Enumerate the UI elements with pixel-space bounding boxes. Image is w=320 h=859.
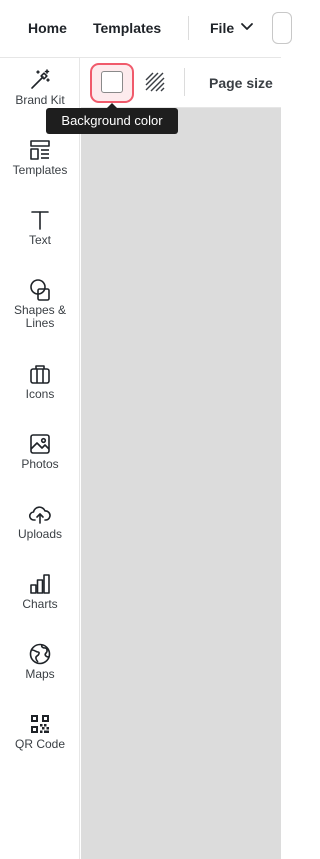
globe-icon [29, 643, 51, 665]
sidebar-item-label: Templates [12, 163, 68, 177]
sidebar-item-brand-kit[interactable]: Brand Kit [0, 68, 80, 107]
sidebar-item-charts[interactable]: Charts [0, 572, 80, 611]
sidebar-item-label: Shapes & Lines [13, 303, 67, 330]
nav-home-link[interactable]: Home [28, 20, 67, 36]
file-menu-button[interactable]: File [210, 20, 234, 36]
toolbar-divider [184, 68, 185, 96]
partial-toolbar-button[interactable] [272, 12, 292, 44]
background-color-swatch[interactable] [101, 71, 123, 93]
text-icon [31, 211, 49, 230]
design-canvas-area[interactable] [81, 108, 281, 859]
magic-wand-icon [31, 69, 50, 89]
sidebar-item-label: Brand Kit [15, 93, 65, 107]
sidebar-item-label: Photos [21, 457, 59, 471]
shapes-icon [30, 279, 50, 301]
sidebar-item-label: Uploads [17, 527, 63, 541]
sidebar-item-icons[interactable]: Icons [0, 362, 80, 401]
sidebar-item-label: Text [28, 233, 51, 247]
sidebar-item-label: Maps [25, 667, 55, 681]
bar-chart-icon [30, 574, 50, 594]
image-icon [30, 434, 50, 454]
sidebar-item-label: Charts [22, 597, 58, 611]
sidebar-item-shapes-lines[interactable]: Shapes & Lines [0, 278, 80, 330]
nav-templates-link[interactable]: Templates [93, 20, 161, 36]
sidebar-item-label: Icons [25, 387, 55, 401]
sidebar-item-maps[interactable]: Maps [0, 642, 80, 681]
briefcase-icon [30, 365, 50, 384]
top-nav-bar: Home Templates File [0, 0, 292, 58]
pattern-icon[interactable] [145, 72, 165, 92]
nav-divider [188, 16, 189, 40]
qr-code-icon [31, 715, 49, 733]
left-sidebar: Brand Kit Templates Text Shapes & Lines [0, 58, 80, 859]
sidebar-item-label: QR Code [14, 737, 66, 751]
page-size-button[interactable]: Page size [209, 75, 273, 91]
templates-icon [30, 140, 50, 160]
sidebar-item-qr-code[interactable]: QR Code [0, 712, 80, 751]
sidebar-item-templates[interactable]: Templates [0, 138, 80, 177]
chevron-down-icon[interactable] [240, 22, 254, 32]
background-color-tooltip: Background color [46, 108, 178, 134]
sidebar-item-text[interactable]: Text [0, 208, 80, 247]
sidebar-item-photos[interactable]: Photos [0, 432, 80, 471]
cloud-upload-icon [28, 506, 51, 524]
sidebar-item-uploads[interactable]: Uploads [0, 502, 80, 541]
